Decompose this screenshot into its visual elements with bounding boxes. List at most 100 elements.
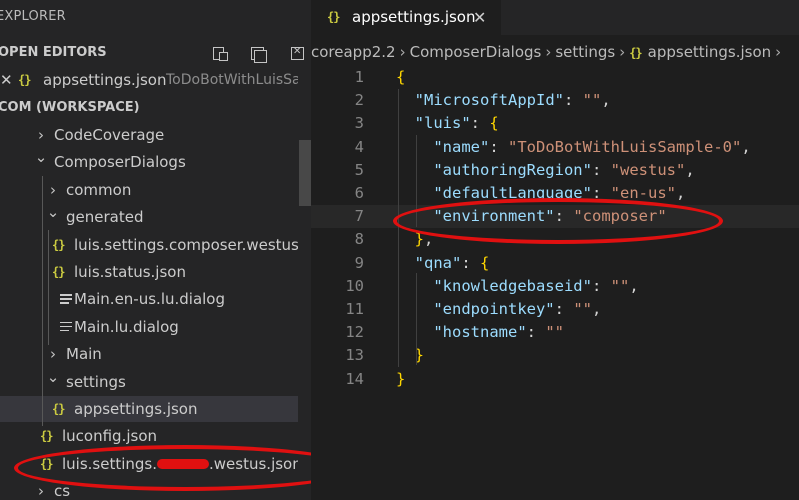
- tree-item-label: common: [66, 180, 132, 199]
- file-lines-icon: [60, 286, 72, 312]
- open-editors-header[interactable]: OPEN EDITORS: [0, 40, 311, 66]
- chevron-right-icon: ›: [619, 43, 626, 61]
- save-all-icon[interactable]: [250, 46, 268, 63]
- line-number: 8: [354, 230, 364, 249]
- open-editor-description: ToDoBotWithLuisSa...: [166, 72, 298, 88]
- tree-item-label: generated: [66, 208, 144, 227]
- tree-item[interactable]: ⌄ generated: [0, 204, 298, 230]
- code-text: "qna": {: [414, 253, 490, 272]
- line-number: 1: [354, 68, 364, 86]
- close-all-editors-icon[interactable]: [289, 45, 305, 60]
- chevron-right-icon[interactable]: ›: [46, 177, 60, 203]
- code-line[interactable]: 8 },: [311, 228, 799, 251]
- new-untitled-file-icon[interactable]: [212, 46, 228, 61]
- workspace-label: COM (WORKSPACE): [0, 100, 140, 115]
- tree-item[interactable]: › CodeCoverage: [0, 122, 298, 148]
- tree-item-label: ComposerDialogs: [54, 153, 186, 172]
- chevron-down-icon[interactable]: ⌄: [34, 149, 48, 170]
- tree-item-label: Main: [66, 345, 102, 364]
- tree-item-label: luis.settings. .westus.json: [62, 454, 298, 473]
- tree-item-label: CodeCoverage: [54, 126, 165, 144]
- json-file-icon: {}: [52, 237, 65, 252]
- tree-item-label: luis.settings.composer.westus.j...: [74, 235, 298, 254]
- tree-item[interactable]: {} luis.settings.composer.westus.j...: [0, 232, 298, 258]
- chevron-right-icon: ›: [775, 43, 782, 61]
- line-number: 4: [354, 137, 364, 156]
- line-number: 11: [345, 300, 364, 318]
- json-file-icon: {}: [40, 429, 53, 444]
- breadcrumb: coreapp2.2 › ComposerDialogs › settings ›{} ap…: [311, 38, 799, 66]
- code-text: "authoringRegion": "westus",: [433, 160, 695, 179]
- sidebar-scrollbar[interactable]: [299, 140, 311, 206]
- code-line[interactable]: 3 "luis": {: [311, 112, 799, 135]
- code-line[interactable]: 2 "MicrosoftAppId": "",: [311, 89, 799, 112]
- code-line[interactable]: 5 "authoringRegion": "westus",: [311, 159, 799, 182]
- file-lines-icon: [60, 314, 72, 340]
- chevron-right-icon[interactable]: ›: [46, 341, 60, 367]
- tree-item-label: cs: [54, 482, 71, 500]
- json-file-icon: {}: [52, 402, 65, 416]
- tree-item[interactable]: Main.lu.dialog: [0, 314, 298, 340]
- code-text: },: [414, 230, 434, 249]
- line-number: 6: [354, 184, 364, 202]
- breadcrumb-coreapp[interactable]: coreapp2.2: [311, 43, 396, 61]
- open-editors-label: OPEN EDITORS: [0, 45, 107, 60]
- indent-guide: [42, 176, 43, 426]
- code-line[interactable]: 10 "knowledgebaseid": "",: [311, 275, 799, 298]
- tree-item[interactable]: {} appsettings.json: [0, 396, 298, 422]
- tree-item[interactable]: {} luconfig.json: [0, 423, 298, 449]
- tree-item-label: Main.lu.dialog: [74, 317, 179, 336]
- line-number: 5: [354, 160, 364, 179]
- editor-area: {} appsettings.json ✕ coreapp2.2 › Compose…: [311, 0, 799, 500]
- breadcrumb-composerdialogs[interactable]: ComposerDialogs: [410, 43, 542, 61]
- chevron-right-icon: ›: [545, 43, 552, 61]
- chevron-right-icon[interactable]: ›: [34, 122, 48, 148]
- tab-bar: {} appsettings.json ✕: [311, 0, 799, 35]
- chevron-right-icon[interactable]: ›: [34, 478, 48, 500]
- tree-item[interactable]: › cs: [0, 478, 298, 500]
- code-line[interactable]: 12 "hostname": "": [311, 321, 799, 344]
- tree-item[interactable]: {} luis.settings. .westus.json: [0, 451, 298, 477]
- code-text: "endpointkey": "",: [433, 300, 602, 318]
- json-file-icon: {}: [18, 73, 31, 87]
- tree-item-label: appsettings.json: [74, 400, 198, 418]
- code-line[interactable]: 7 "environment": "composer": [311, 205, 799, 229]
- tree-item[interactable]: ⌄ ComposerDialogs: [0, 149, 298, 175]
- tree-item[interactable]: › Main: [0, 341, 298, 367]
- indent-guide: [398, 89, 399, 367]
- tree-item-label: luconfig.json: [62, 427, 158, 446]
- breadcrumb-settings[interactable]: settings: [555, 43, 615, 61]
- close-icon[interactable]: ✕: [0, 67, 13, 93]
- json-file-icon: {}: [327, 10, 340, 24]
- tree-item[interactable]: {} luis.status.json: [0, 259, 298, 285]
- close-icon[interactable]: ✕: [473, 0, 486, 35]
- open-editor-item[interactable]: ✕ {} appsettings.json ToDoBotWithLuisSa.…: [0, 67, 298, 93]
- code-line[interactable]: 13 }: [311, 344, 799, 367]
- line-number: 10: [345, 276, 364, 295]
- code-line[interactable]: 11 "endpointkey": "",: [311, 298, 799, 321]
- json-file-icon: {}: [40, 456, 53, 471]
- tree-item[interactable]: › common: [0, 177, 298, 203]
- code-line[interactable]: 6 "defaultLanguage": "en-us",: [311, 182, 799, 205]
- code-line[interactable]: 4 "name": "ToDoBotWithLuisSample-0",: [311, 136, 799, 159]
- redaction-scribble: [157, 459, 210, 470]
- breadcrumb-appsettings[interactable]: appsettings.json: [648, 43, 772, 61]
- code-line[interactable]: 1{: [311, 66, 799, 89]
- explorer-sidebar: EXPLORER OPEN EDITORS ✕ {} appsettings.j…: [0, 0, 311, 500]
- json-file-icon: {}: [629, 46, 642, 60]
- code-text: "MicrosoftAppId": "",: [414, 91, 611, 110]
- indent-guide: [416, 135, 417, 227]
- tree-item[interactable]: ⌄ settings: [0, 369, 298, 395]
- workspace-header[interactable]: COM (WORKSPACE): [0, 95, 311, 121]
- line-number: 14: [345, 369, 364, 388]
- code-text: "hostname": "": [433, 323, 565, 342]
- indent-guide: [48, 230, 49, 345]
- code-line[interactable]: 9 "qna": {: [311, 252, 799, 275]
- code-text: "defaultLanguage": "en-us",: [433, 184, 686, 202]
- line-number: 7: [354, 207, 364, 226]
- chevron-down-icon[interactable]: ⌄: [46, 369, 60, 390]
- chevron-down-icon[interactable]: ⌄: [46, 204, 60, 225]
- code-line[interactable]: 14}: [311, 368, 799, 391]
- tree-item[interactable]: Main.en-us.lu.dialog: [0, 286, 298, 312]
- tab-appsettings[interactable]: {} appsettings.json ✕: [311, 0, 501, 35]
